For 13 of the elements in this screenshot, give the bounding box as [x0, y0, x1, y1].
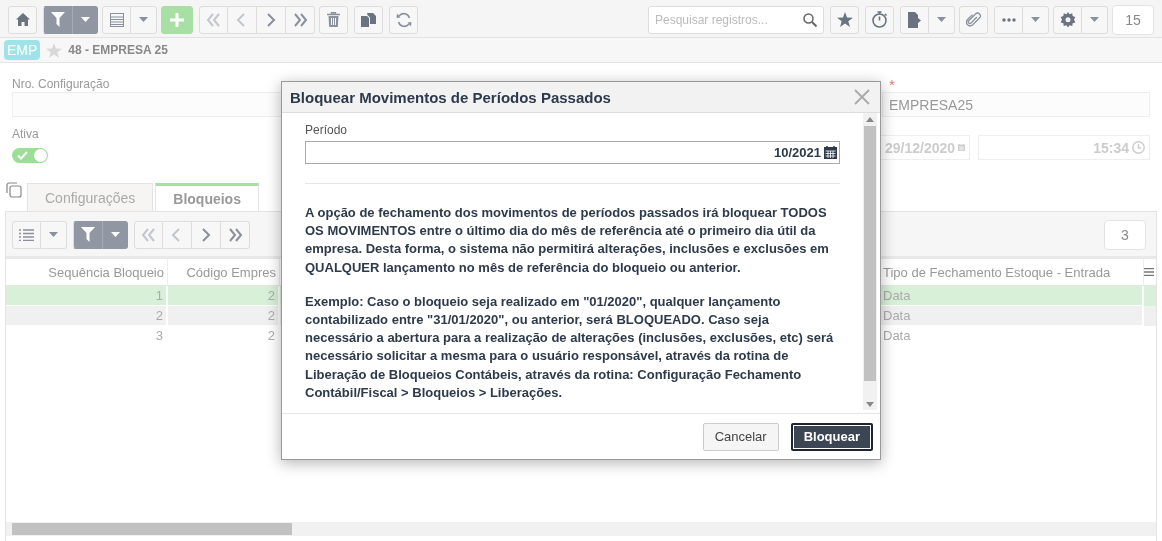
module-badge: EMP — [4, 40, 41, 60]
record-count: 15 — [1112, 4, 1154, 35]
field-label: Nro. Configuração — [12, 76, 111, 92]
required-mark: * — [888, 76, 896, 92]
field-label: Período — [305, 123, 349, 137]
row-count: 3 — [1104, 219, 1146, 250]
paragraph: A opção de fechamento dos movimentos de períodos passados irá bloquear TODOS OS MOVIMENTOS entre o último dia do mês de referência até o primeiro dia útil da empresa. Desta forma, o sistema não permitirá alterações, inclusões e exclusões em QUALQUER lançamento no mês de referência do bloqueio ou anterior. — [305, 204, 830, 277]
dialog-title: Bloquear Movimentos de Períodos Passados — [290, 88, 611, 106]
table-cell: 2 — [6, 306, 168, 326]
table-cell: 3 — [6, 326, 168, 346]
record-title: 48 - EMPRESA 25 — [68, 43, 168, 57]
field-label: Ativa — [12, 126, 40, 142]
paragraph: Exemplo: Caso o bloqueio seja realizado em "01/2020", qualquer lançamento contabilizado entre "31/01/2020", ou anterior, será BLOQUEADO. Caso seja necessário a abertura para a realização de alterações (inclusões, exclusões, etc) será necessário solicitar a mesma para o usuário responsável, através da rotina de Liberação de Bloqueios Contábeis, através da rotina: Configuração Fechamento Contábil/Fiscal > Bloqueios > Liberações. — [305, 292, 835, 402]
